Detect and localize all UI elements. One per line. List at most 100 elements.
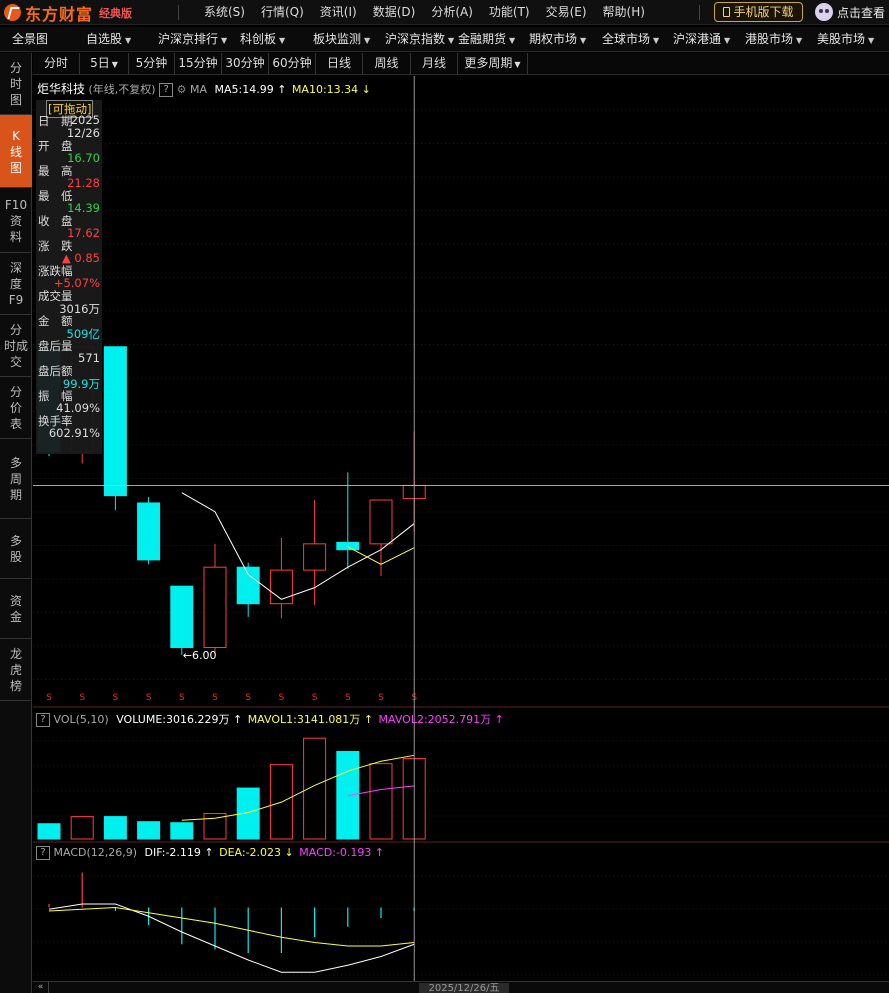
- menu-item[interactable]: 帮助(H): [595, 0, 653, 25]
- dif-line: [48, 903, 415, 973]
- left-tab-label: 料: [9, 229, 22, 244]
- left-tab[interactable]: 深度 F9: [0, 253, 32, 315]
- left-tab-label: 表: [9, 417, 22, 431]
- period-label: 15分钟: [178, 56, 218, 70]
- nav-item[interactable]: 全景图: [12, 27, 48, 52]
- period-label: 周线: [374, 56, 399, 70]
- left-tab[interactable]: 分价表: [0, 377, 32, 439]
- period-button[interactable]: 5分钟: [129, 53, 175, 74]
- chevron-down-icon: ▼: [580, 36, 587, 45]
- left-tab-label: 度: [9, 277, 22, 291]
- nav-item[interactable]: 美股市场 ▼: [817, 27, 874, 53]
- mavol2-arrow: ↑: [494, 713, 504, 726]
- candle-body: [103, 346, 127, 497]
- left-tab[interactable]: 多周期: [0, 439, 32, 519]
- period-button[interactable]: 60分钟: [269, 53, 316, 74]
- phone-icon: [723, 7, 731, 17]
- mobile-download-button[interactable]: 手机版下载: [714, 2, 803, 22]
- macd-header: ? MACD(12,26,9) DIF:-2.119 ↑ DEA:-2.023 …: [36, 846, 384, 860]
- nav-item-label: 美股市场: [817, 32, 866, 46]
- left-tab-label: 周: [9, 472, 22, 486]
- left-tab-label: 时成: [3, 339, 28, 353]
- left-tab[interactable]: F10 资料: [0, 188, 32, 253]
- period-label: 5日: [90, 56, 110, 70]
- menu-item[interactable]: 行情(Q): [253, 0, 312, 25]
- volume-bar: [303, 737, 327, 840]
- nav-item[interactable]: 港股市场 ▼: [745, 27, 802, 53]
- nav-item[interactable]: 金融期货 ▼: [458, 27, 515, 53]
- period-button[interactable]: 15分钟: [175, 53, 222, 74]
- nav-item-label: 全球市场: [602, 32, 651, 46]
- event-marker-icon: S: [245, 693, 251, 703]
- period-button[interactable]: 更多周期 ▼: [458, 53, 528, 74]
- left-tab-label: 交: [9, 355, 22, 369]
- low-price-marker: ←6.00: [183, 649, 217, 662]
- nav-item-label: 港股市场: [745, 32, 794, 46]
- data-window-value: 602.91%: [48, 426, 100, 440]
- left-tab[interactable]: 多股: [0, 519, 32, 579]
- kline-header: 炬华科技 (年线,不复权) ? ⚙ MA MA5:14.99 ↑ MA10:13…: [37, 80, 371, 97]
- menu-item[interactable]: 资讯(I): [312, 0, 365, 25]
- menu-item[interactable]: 分析(A): [423, 0, 481, 25]
- nav-item[interactable]: 全球市场 ▼: [602, 27, 659, 53]
- period-button[interactable]: 30分钟: [222, 53, 269, 74]
- menu-item[interactable]: 系统(S): [196, 0, 253, 25]
- period-label: 60分钟: [272, 56, 312, 70]
- nav-item[interactable]: 沪深港通 ▼: [673, 27, 730, 53]
- period-button[interactable]: 周线: [363, 53, 411, 74]
- divider: [699, 5, 700, 20]
- stock-name: 炬华科技: [37, 82, 86, 96]
- period-button[interactable]: 分时: [33, 53, 80, 74]
- scroll-left-button[interactable]: «: [33, 982, 49, 993]
- nav-item[interactable]: 期权市场 ▼: [529, 27, 586, 53]
- app-logo[interactable]: 东方财富 经典版: [4, 3, 132, 24]
- period-label: 日线: [326, 56, 351, 70]
- ma5-arrow: ↑: [277, 83, 287, 96]
- menu-item[interactable]: 数据(D): [365, 0, 424, 25]
- nav-item-label: 沪深京排行: [158, 32, 219, 46]
- menu-item[interactable]: 交易(E): [538, 0, 595, 25]
- left-tab[interactable]: 龙虎榜: [0, 639, 32, 701]
- data-window-label: 盘后量: [38, 339, 73, 353]
- nav-item[interactable]: 板块监测 ▼: [313, 27, 370, 53]
- time-scrollbar[interactable]: « 2025/12/26/五: [33, 981, 889, 993]
- period-toolbar: 分时 5日 ▼ 5分钟 15分钟 30分钟 60分钟 日线 周线 月线 更多周期 ▼: [33, 53, 889, 75]
- help-icon[interactable]: ?: [36, 713, 50, 727]
- data-window[interactable]: [可拖动] 日 期 2025 12/26 开 盘 16.70 最 高 21.28 最 低 14.…: [36, 100, 102, 454]
- dif-arrow: ↑: [204, 846, 214, 859]
- help-icon[interactable]: ?: [159, 83, 174, 97]
- left-tab[interactable]: 资金: [0, 579, 32, 639]
- left-tab[interactable]: 分时成交: [0, 315, 32, 377]
- period-label: 5分钟: [135, 56, 168, 70]
- left-tab[interactable]: 分时图: [0, 53, 32, 115]
- chevron-down-icon: ▼: [364, 36, 371, 45]
- nav-item[interactable]: 自选股 ▼: [86, 27, 131, 53]
- view-button[interactable]: 点击查看: [815, 2, 885, 22]
- left-tab[interactable]: K线图: [0, 115, 32, 188]
- chevron-down-icon: ▼: [221, 36, 228, 45]
- dif-value: DIF:-2.119: [144, 846, 201, 859]
- macd-label: MACD(12,26,9): [53, 846, 138, 859]
- volume-bar: [170, 822, 194, 840]
- left-tab-label: 价: [9, 401, 22, 415]
- period-button[interactable]: 5日 ▼: [80, 53, 129, 74]
- menu-item[interactable]: 功能(T): [481, 0, 538, 25]
- macd-arrow: ↑: [374, 846, 385, 859]
- event-marker-icon: S: [179, 693, 185, 703]
- period-button[interactable]: 日线: [316, 53, 363, 74]
- divider: [178, 5, 179, 20]
- nav-item[interactable]: 沪深京指数 ▼: [385, 27, 454, 53]
- help-icon[interactable]: ?: [36, 846, 50, 860]
- event-marker-icon: S: [146, 693, 152, 703]
- nav-item[interactable]: 沪深京排行 ▼: [158, 27, 227, 53]
- nav-item[interactable]: 科创板 ▼: [240, 27, 285, 53]
- left-tab-label: 分: [9, 61, 22, 75]
- gear-icon[interactable]: ⚙: [177, 83, 187, 96]
- period-button[interactable]: 月线: [411, 53, 458, 74]
- view-button-label: 点击查看: [837, 5, 886, 20]
- nav-item-label: 科创板: [240, 32, 277, 46]
- ma-label: MA: [189, 83, 207, 96]
- mavol1-value: MAVOL1:3141.081万: [247, 713, 361, 726]
- volume-bar: [369, 763, 393, 840]
- candle-body: [236, 566, 260, 605]
